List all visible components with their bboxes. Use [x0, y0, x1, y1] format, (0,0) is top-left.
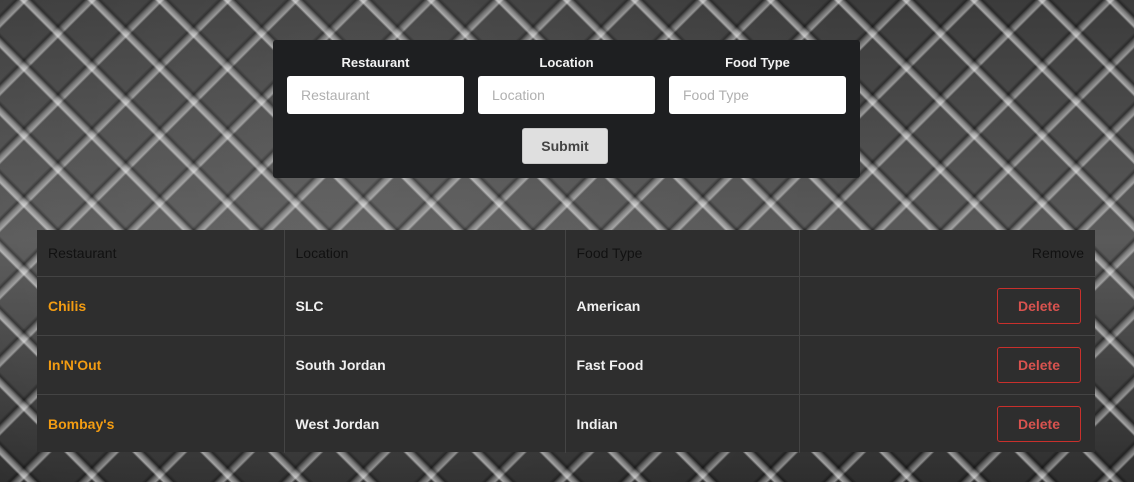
food-type-input[interactable]: [669, 76, 846, 114]
restaurant-input[interactable]: [287, 76, 464, 114]
location-cell: West Jordan: [284, 394, 566, 453]
add-restaurant-form: Restaurant Location Food Type Submit: [273, 40, 860, 178]
table-row: Chilis SLC American Delete: [37, 276, 1095, 336]
action-cell: Delete: [799, 335, 1095, 395]
food-type-label: Food Type: [725, 55, 790, 70]
location-label: Location: [539, 55, 594, 70]
food-type-cell: American: [565, 276, 800, 336]
table-row: In'N'Out South Jordan Fast Food Delete: [37, 335, 1095, 395]
column-header-remove: Remove: [799, 230, 1095, 277]
delete-button[interactable]: Delete: [997, 287, 1081, 324]
column-header-restaurant: Restaurant: [37, 230, 285, 277]
restaurant-cell: Bombay's: [37, 394, 285, 453]
table-row: Bombay's West Jordan Indian Delete: [37, 394, 1095, 453]
table-header-row: Restaurant Location Food Type Remove: [37, 230, 1095, 277]
restaurant-table-container: Restaurant Location Food Type Remove Chi…: [37, 230, 1095, 453]
column-header-location: Location: [284, 230, 566, 277]
restaurant-field-group: Restaurant: [287, 54, 464, 114]
food-type-field-group: Food Type: [669, 54, 846, 114]
restaurant-table: Restaurant Location Food Type Remove Chi…: [37, 230, 1095, 453]
location-cell: South Jordan: [284, 335, 566, 395]
delete-button[interactable]: Delete: [997, 405, 1081, 442]
location-input[interactable]: [478, 76, 655, 114]
food-type-cell: Indian: [565, 394, 800, 453]
food-type-cell: Fast Food: [565, 335, 800, 395]
submit-button[interactable]: Submit: [522, 128, 608, 164]
restaurant-cell: Chilis: [37, 276, 285, 336]
location-field-group: Location: [478, 54, 655, 114]
action-cell: Delete: [799, 394, 1095, 453]
column-header-food-type: Food Type: [565, 230, 800, 277]
location-cell: SLC: [284, 276, 566, 336]
restaurant-label: Restaurant: [341, 55, 410, 70]
restaurant-cell: In'N'Out: [37, 335, 285, 395]
action-cell: Delete: [799, 276, 1095, 336]
delete-button[interactable]: Delete: [997, 346, 1081, 383]
